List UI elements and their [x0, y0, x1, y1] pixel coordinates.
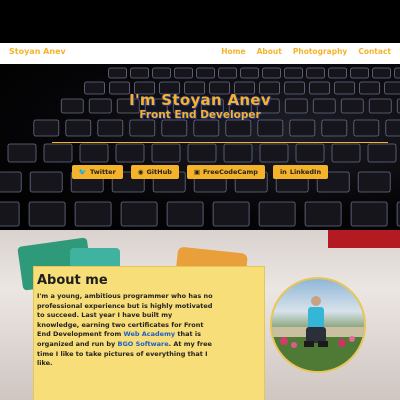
keyboard-key	[212, 201, 250, 227]
nav-links: Home About Photography Contact	[221, 47, 391, 56]
about-section: About me I'm a young, ambitious programm…	[0, 230, 400, 400]
keyboard-key	[196, 67, 216, 79]
hero-title: I'm Stoyan Anev	[129, 91, 271, 109]
keyboard-key	[353, 119, 380, 137]
keyboard-key	[0, 201, 20, 227]
keyboard-key	[43, 143, 73, 163]
linkedin-button[interactable]: in LinkedIn	[272, 165, 329, 179]
keyboard-key	[257, 119, 284, 137]
keyboard-key	[367, 143, 397, 163]
keyboard-background-image	[0, 67, 400, 227]
keyboard-key	[394, 67, 400, 79]
freecodecamp-icon: ▣	[193, 168, 201, 176]
nav-link-about[interactable]: About	[257, 47, 282, 56]
web-academy-link[interactable]: Web Academy	[124, 330, 176, 338]
about-card: About me I'm a young, ambitious programm…	[33, 266, 265, 400]
keyboard-key	[120, 201, 158, 227]
keyboard-key	[289, 119, 316, 137]
background-photo-object	[328, 230, 400, 248]
keyboard-key	[193, 119, 220, 137]
keyboard-key	[350, 201, 388, 227]
nav-link-home[interactable]: Home	[221, 47, 245, 56]
twitter-label: Twitter	[90, 168, 116, 176]
hero-section: I'm Stoyan Anev Front End Developer 🐦 Tw…	[0, 64, 400, 230]
keyboard-key	[259, 143, 289, 163]
keyboard-key	[295, 143, 325, 163]
freecodecamp-button[interactable]: ▣ FreeCodeCamp	[186, 165, 265, 179]
keyboard-key	[262, 67, 282, 79]
brand-logo[interactable]: Stoyan Anev	[9, 47, 66, 56]
keyboard-key	[304, 201, 342, 227]
keyboard-key	[174, 67, 194, 79]
github-icon: ◉	[137, 168, 144, 176]
keyboard-key	[152, 67, 172, 79]
keyboard-key	[161, 119, 188, 137]
keyboard-key	[258, 201, 296, 227]
profile-photo	[270, 277, 366, 373]
keyboard-key	[65, 119, 92, 137]
keyboard-key	[166, 201, 204, 227]
keyboard-key	[223, 143, 253, 163]
hero-divider	[52, 142, 388, 143]
bgo-software-link[interactable]: BGO Software	[117, 340, 168, 348]
keyboard-key	[385, 119, 400, 137]
linkedin-label: LinkedIn	[289, 168, 322, 176]
keyboard-key	[321, 119, 348, 137]
linkedin-icon: in	[279, 168, 287, 176]
nav-link-photography[interactable]: Photography	[293, 47, 347, 56]
social-buttons: 🐦 Twitter ◉ GitHub ▣ FreeCodeCamp in Lin…	[0, 165, 400, 179]
keyboard-key	[350, 67, 370, 79]
keyboard-key	[129, 119, 156, 137]
keyboard-key	[331, 143, 361, 163]
profile-photo-image	[272, 296, 364, 371]
keyboard-key	[7, 143, 37, 163]
nav-link-contact[interactable]: Contact	[358, 47, 391, 56]
github-label: GitHub	[146, 168, 172, 176]
navbar: Stoyan Anev Home About Photography Conta…	[0, 43, 400, 64]
keyboard-key	[225, 119, 252, 137]
keyboard-key	[151, 143, 181, 163]
keyboard-key	[74, 201, 112, 227]
keyboard-key	[115, 143, 145, 163]
about-text: I'm a young, ambitious programmer who ha…	[37, 292, 213, 369]
twitter-icon: 🐦	[78, 168, 88, 176]
keyboard-key	[306, 67, 326, 79]
keyboard-key	[33, 119, 60, 137]
keyboard-key	[108, 67, 127, 79]
about-heading: About me	[37, 273, 108, 288]
keyboard-key	[28, 201, 66, 227]
keyboard-key	[240, 67, 260, 79]
keyboard-key	[97, 119, 124, 137]
freecodecamp-label: FreeCodeCamp	[203, 168, 258, 176]
hero-subtitle: Front End Developer	[139, 109, 261, 121]
keyboard-key	[79, 143, 109, 163]
twitter-button[interactable]: 🐦 Twitter	[71, 165, 123, 179]
keyboard-key	[187, 143, 217, 163]
keyboard-key	[218, 67, 238, 79]
keyboard-key	[284, 67, 304, 79]
keyboard-key	[130, 67, 150, 79]
keyboard-key	[372, 67, 392, 79]
keyboard-key	[328, 67, 348, 79]
github-button[interactable]: ◉ GitHub	[130, 165, 179, 179]
